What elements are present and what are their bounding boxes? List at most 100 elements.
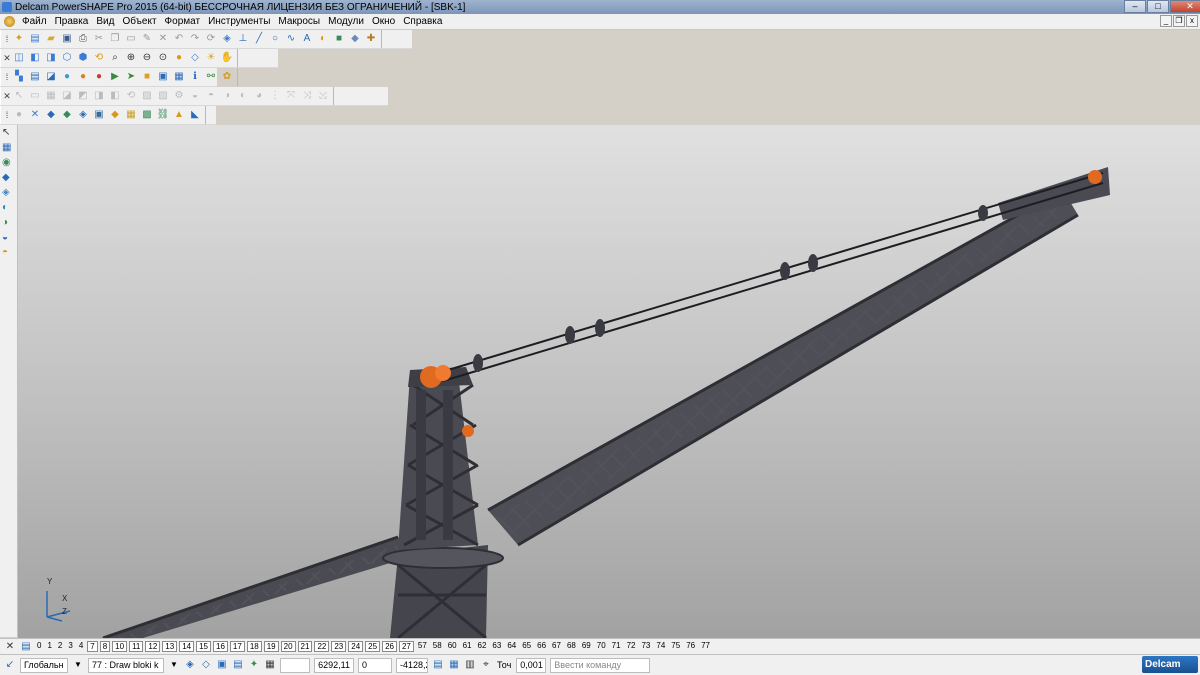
workplane-dropdown-icon[interactable]: ▼ [71, 658, 85, 672]
shade-orange-icon[interactable]: ● [76, 70, 90, 84]
menu-item-9[interactable]: Справка [399, 16, 446, 27]
solid-cone-icon[interactable]: ▲ [172, 108, 186, 122]
command-input[interactable]: Ввести команду [550, 657, 651, 673]
solid-cylinder-icon[interactable]: ◉ [2, 156, 16, 170]
cross-icon[interactable]: ✕ [28, 108, 42, 122]
menu-item-0[interactable]: Файл [18, 16, 51, 27]
level-button[interactable]: 15 [196, 641, 212, 652]
surf-gray-icon[interactable]: ◒ [188, 89, 202, 103]
open-icon[interactable]: ▰ [44, 32, 58, 46]
solid-box-icon[interactable]: ▣ [92, 108, 106, 122]
mesh-icon[interactable]: ▦ [172, 70, 186, 84]
x-coordinate[interactable]: 6292,11 [314, 657, 354, 673]
view-front-icon[interactable]: ◧ [28, 51, 42, 65]
copy-icon[interactable]: ❐ [108, 32, 122, 46]
level-button[interactable]: 67 [549, 641, 564, 652]
frame-icon[interactable]: ▣ [156, 70, 170, 84]
view-top-icon[interactable]: ◫ [12, 51, 26, 65]
cube4-icon[interactable]: ◧ [108, 89, 122, 103]
level-button[interactable]: 4 [76, 641, 86, 652]
pan-icon[interactable]: ✋ [220, 51, 234, 65]
arrow-cursor-icon[interactable]: ↖ [12, 89, 26, 103]
grid-select-icon[interactable]: ▦ [2, 141, 16, 155]
level-button[interactable]: 14 [179, 641, 195, 652]
level-button[interactable]: 7 [87, 641, 98, 652]
zoom-in-icon[interactable]: ⊕ [124, 51, 138, 65]
zoom-all-icon[interactable]: ⊙ [156, 51, 170, 65]
solid-mix-icon[interactable]: ◈ [76, 108, 90, 122]
trans-gray-icon[interactable]: ⤧ [284, 89, 298, 103]
workplane-select[interactable]: Глобальн [20, 657, 68, 673]
tolerance-value[interactable]: 0,001 [516, 657, 547, 673]
level-button[interactable]: 61 [460, 641, 475, 652]
text-icon[interactable]: A [300, 32, 314, 46]
doc-minimize-button[interactable]: _ [1160, 15, 1172, 27]
app-menu-icon[interactable] [4, 16, 15, 27]
level-button[interactable]: 21 [297, 641, 313, 652]
rotate-icon[interactable]: ⟲ [92, 51, 106, 65]
trans3-gray-icon[interactable]: ⤩ [316, 89, 330, 103]
shaded-icon[interactable]: ● [172, 51, 186, 65]
level-button[interactable]: 17 [229, 641, 245, 652]
workplane-icon[interactable]: ◈ [220, 32, 234, 46]
level-button[interactable]: 76 [683, 641, 698, 652]
solid-chain-icon[interactable]: ⛓ [156, 108, 170, 122]
play-icon[interactable]: ▶ [108, 70, 122, 84]
box-orange-icon[interactable]: ■ [140, 70, 154, 84]
solid-block-icon[interactable]: ◆ [2, 171, 16, 185]
shade-red-icon[interactable]: ● [92, 70, 106, 84]
model-icon[interactable]: ▤ [28, 70, 42, 84]
level-button[interactable]: 27 [398, 641, 414, 652]
level-button[interactable]: 8 [99, 641, 111, 652]
view-iso2-icon[interactable]: ⬢ [76, 51, 90, 65]
level-button[interactable]: 0 [34, 641, 44, 652]
repeat-icon[interactable]: ⟳ [204, 32, 218, 46]
view-right-icon[interactable]: ◨ [44, 51, 58, 65]
redo-icon[interactable]: ↷ [188, 32, 202, 46]
level-button[interactable]: 70 [594, 641, 609, 652]
close-button[interactable]: ✕ [1170, 0, 1200, 13]
edit-icon[interactable]: ✎ [140, 32, 154, 46]
cursor-icon[interactable]: ↖ [2, 126, 16, 140]
workplane-toggle-icon[interactable]: ✦ [247, 658, 261, 672]
toolbar-close-icon[interactable]: ✕ [3, 89, 11, 103]
shade-blue-icon[interactable]: ● [60, 70, 74, 84]
cube2-icon[interactable]: ◩ [76, 89, 90, 103]
level-button[interactable]: 62 [475, 641, 490, 652]
feature-icon[interactable]: ✚ [364, 32, 378, 46]
tolerance-icon[interactable]: ⌖ [479, 658, 493, 672]
level-button[interactable]: 11 [129, 641, 144, 652]
maximize-button[interactable]: □ [1147, 0, 1169, 13]
level-button[interactable]: 19 [263, 641, 279, 652]
solid-revolve-icon[interactable]: ◐ [2, 201, 16, 215]
curve-icon[interactable]: ∿ [284, 32, 298, 46]
level-button[interactable]: 16 [213, 641, 228, 652]
surface-icon[interactable]: ◐ [316, 32, 330, 46]
delete-icon[interactable]: ✕ [156, 32, 170, 46]
level-button[interactable]: 63 [489, 641, 504, 652]
toolbar-close-icon[interactable]: ✕ [3, 51, 11, 65]
level-button[interactable]: 77 [698, 641, 713, 652]
save-icon[interactable]: ▣ [60, 32, 74, 46]
assembly-icon[interactable]: ◆ [348, 32, 362, 46]
toolbar-grip[interactable]: ⁞ [3, 108, 11, 122]
surf5-gray-icon[interactable]: ◕ [252, 89, 266, 103]
link-icon[interactable]: ⚯ [204, 70, 218, 84]
circle-icon[interactable]: ○ [268, 32, 282, 46]
surf4-gray-icon[interactable]: ◐ [236, 89, 250, 103]
zoom-out-icon[interactable]: ⊖ [140, 51, 154, 65]
menu-item-6[interactable]: Макросы [274, 16, 324, 27]
solid-green-icon[interactable]: ◆ [60, 108, 74, 122]
z-coordinate[interactable]: -4128,2 [396, 657, 428, 673]
level-button[interactable]: 22 [314, 641, 330, 652]
level-button[interactable]: 71 [609, 641, 624, 652]
grid-toggle-icon[interactable]: ▦ [263, 658, 277, 672]
y-coordinate[interactable]: 0 [358, 657, 392, 673]
level-manager-icon[interactable]: ◈ [183, 658, 197, 672]
toolbar-grip[interactable]: ⁞ [3, 70, 11, 84]
surf3-gray-icon[interactable]: ◑ [220, 89, 234, 103]
level-group-icon[interactable]: ▣ [215, 658, 229, 672]
doc-restore-button[interactable]: ❐ [1173, 15, 1185, 27]
level-button[interactable]: 58 [430, 641, 445, 652]
level-button[interactable]: 68 [564, 641, 579, 652]
